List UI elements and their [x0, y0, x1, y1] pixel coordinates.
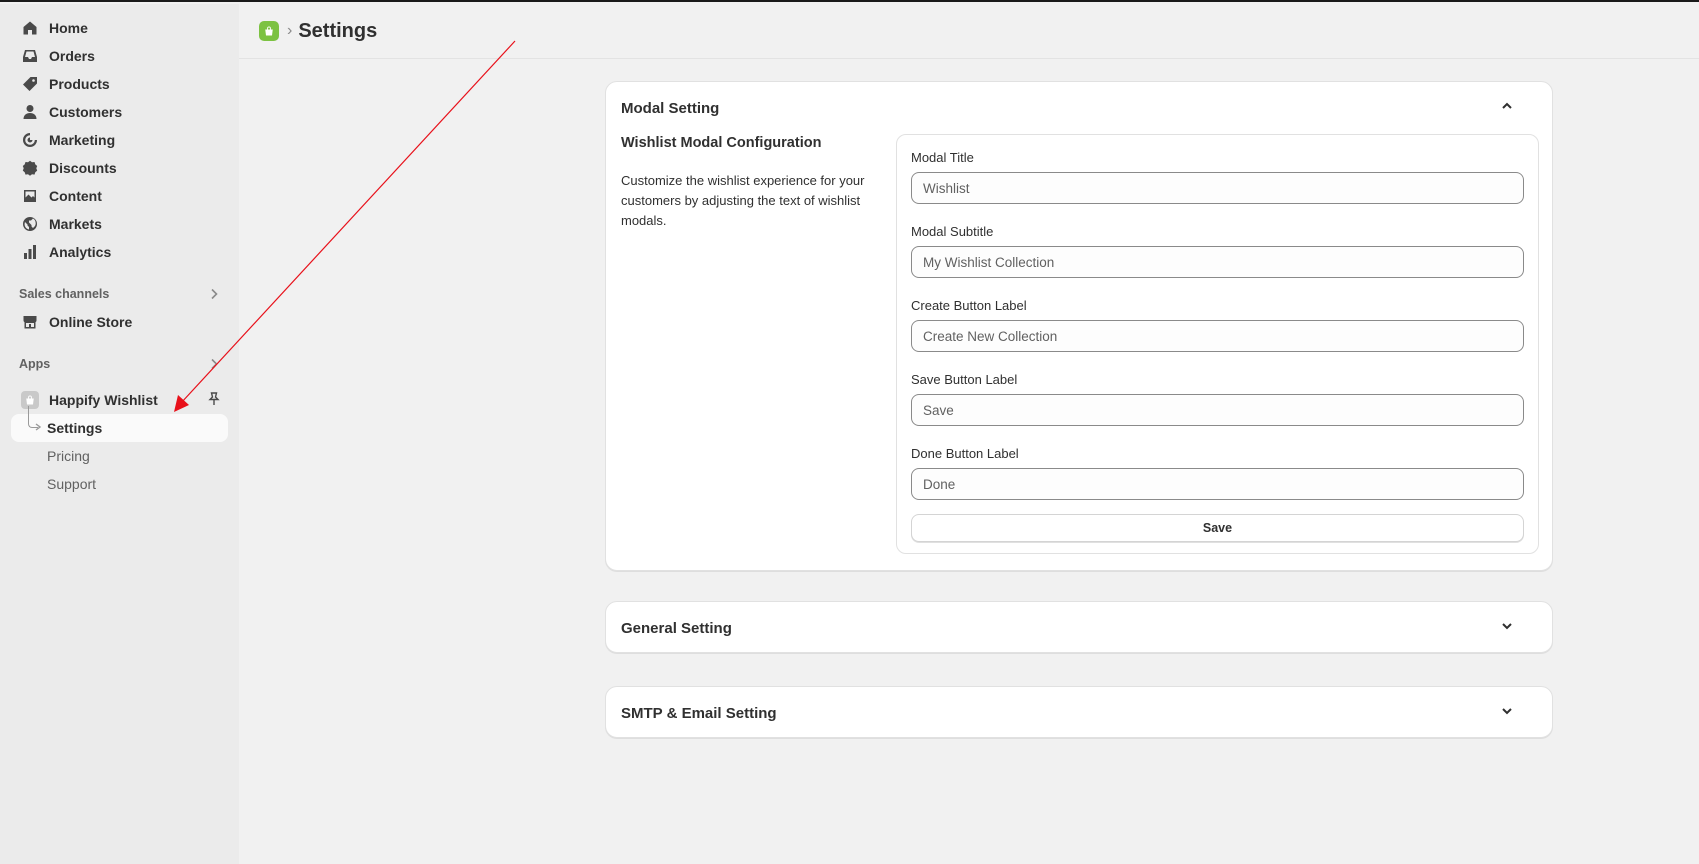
sidebar-item-label: Analytics	[49, 244, 112, 260]
sidebar-item-label: Orders	[49, 48, 95, 64]
sidebar-item-home[interactable]: Home	[11, 14, 228, 42]
sidebar-item-label: Customers	[49, 104, 123, 120]
sidebar-subitem-label: Support	[47, 476, 97, 492]
apps-label: Apps	[19, 357, 51, 371]
sidebar-subitem-label: Settings	[47, 420, 103, 436]
sidebar: Home Orders Products Customers Marketing…	[0, 4, 239, 864]
save-button-label-label: Save Button Label	[911, 372, 1018, 387]
sidebar-item-label: Home	[49, 20, 88, 36]
card-title: SMTP & Email Setting	[621, 704, 777, 722]
sales-channels-label: Sales channels	[19, 287, 110, 301]
branch-arrow-icon	[35, 423, 42, 431]
sidebar-item-happify-wishlist[interactable]: Happify Wishlist	[11, 386, 228, 414]
pin-icon[interactable]	[206, 391, 222, 410]
sidebar-item-label: Marketing	[49, 132, 116, 148]
home-icon	[20, 18, 40, 38]
store-icon	[20, 312, 40, 332]
modal-subtitle-label: Modal Subtitle	[911, 224, 994, 239]
inbox-icon	[20, 46, 40, 66]
sidebar-item-products[interactable]: Products	[11, 70, 228, 98]
sidebar-item-online-store[interactable]: Online Store	[11, 308, 228, 336]
smtp-email-setting-header[interactable]: SMTP & Email Setting	[606, 687, 1552, 739]
sidebar-subitem-label: Pricing	[47, 448, 90, 464]
modal-form: Modal Title Modal Subtitle Create Button…	[896, 134, 1539, 554]
sales-channels-header[interactable]: Sales channels	[11, 280, 228, 308]
sidebar-item-label: Discounts	[49, 160, 117, 176]
breadcrumb-separator-icon: ›	[287, 22, 293, 39]
main-content: › Settings Modal Setting Wishlist Modal …	[239, 4, 1699, 864]
discount-icon	[20, 158, 40, 178]
apps-header[interactable]: Apps	[11, 350, 228, 378]
modal-title-input[interactable]	[911, 172, 1524, 204]
sidebar-subitem-support[interactable]: Support	[11, 470, 228, 498]
create-button-label-label: Create Button Label	[911, 298, 1027, 313]
sidebar-item-content[interactable]: Content	[11, 182, 228, 210]
save-button-label-input[interactable]	[911, 394, 1524, 426]
sidebar-subitem-pricing[interactable]: Pricing	[11, 442, 228, 470]
image-icon	[20, 186, 40, 206]
sidebar-item-label: Products	[49, 76, 110, 92]
done-button-label-label: Done Button Label	[911, 446, 1019, 461]
tag-icon	[20, 74, 40, 94]
done-button-label-input[interactable]	[911, 468, 1524, 500]
sidebar-item-label: Markets	[49, 216, 102, 232]
sidebar-item-markets[interactable]: Markets	[11, 210, 228, 238]
save-button[interactable]: Save	[911, 514, 1524, 542]
page-title: Settings	[298, 19, 378, 42]
section-description: Customize the wishlist experience for yo…	[621, 173, 865, 228]
sidebar-item-discounts[interactable]: Discounts	[11, 154, 228, 182]
sidebar-item-customers[interactable]: Customers	[11, 98, 228, 126]
modal-subtitle-input[interactable]	[911, 246, 1524, 278]
sidebar-item-label: Online Store	[49, 314, 133, 330]
section-title: Wishlist Modal Configuration	[621, 135, 822, 151]
chevron-up-icon[interactable]	[1500, 99, 1514, 118]
card-title: Modal Setting	[621, 99, 720, 117]
chevron-down-icon[interactable]	[1500, 704, 1514, 723]
sidebar-subitem-settings[interactable]: Settings	[11, 406, 228, 442]
sidebar-item-label: Content	[49, 188, 102, 204]
app-logo-icon[interactable]	[259, 21, 279, 41]
target-icon	[20, 130, 40, 150]
modal-setting-card: Modal Setting Wishlist Modal Configurati…	[605, 81, 1553, 571]
chevron-right-icon	[206, 286, 222, 302]
sidebar-item-label: Happify Wishlist	[49, 392, 158, 408]
modal-setting-header[interactable]: Modal Setting	[606, 82, 1552, 134]
bar-chart-icon	[20, 242, 40, 262]
breadcrumb: › Settings	[239, 4, 1699, 59]
person-icon	[20, 102, 40, 122]
create-button-label-input[interactable]	[911, 320, 1524, 352]
globe-icon	[20, 214, 40, 234]
general-setting-card: General Setting	[605, 601, 1553, 653]
smtp-email-setting-card: SMTP & Email Setting	[605, 686, 1553, 738]
chevron-right-icon	[206, 356, 222, 372]
modal-title-label: Modal Title	[911, 150, 974, 165]
card-title: General Setting	[621, 619, 732, 637]
sidebar-item-analytics[interactable]: Analytics	[11, 238, 228, 266]
chevron-down-icon[interactable]	[1500, 619, 1514, 638]
sidebar-item-orders[interactable]: Orders	[11, 42, 228, 70]
general-setting-header[interactable]: General Setting	[606, 602, 1552, 654]
sidebar-item-marketing[interactable]: Marketing	[11, 126, 228, 154]
